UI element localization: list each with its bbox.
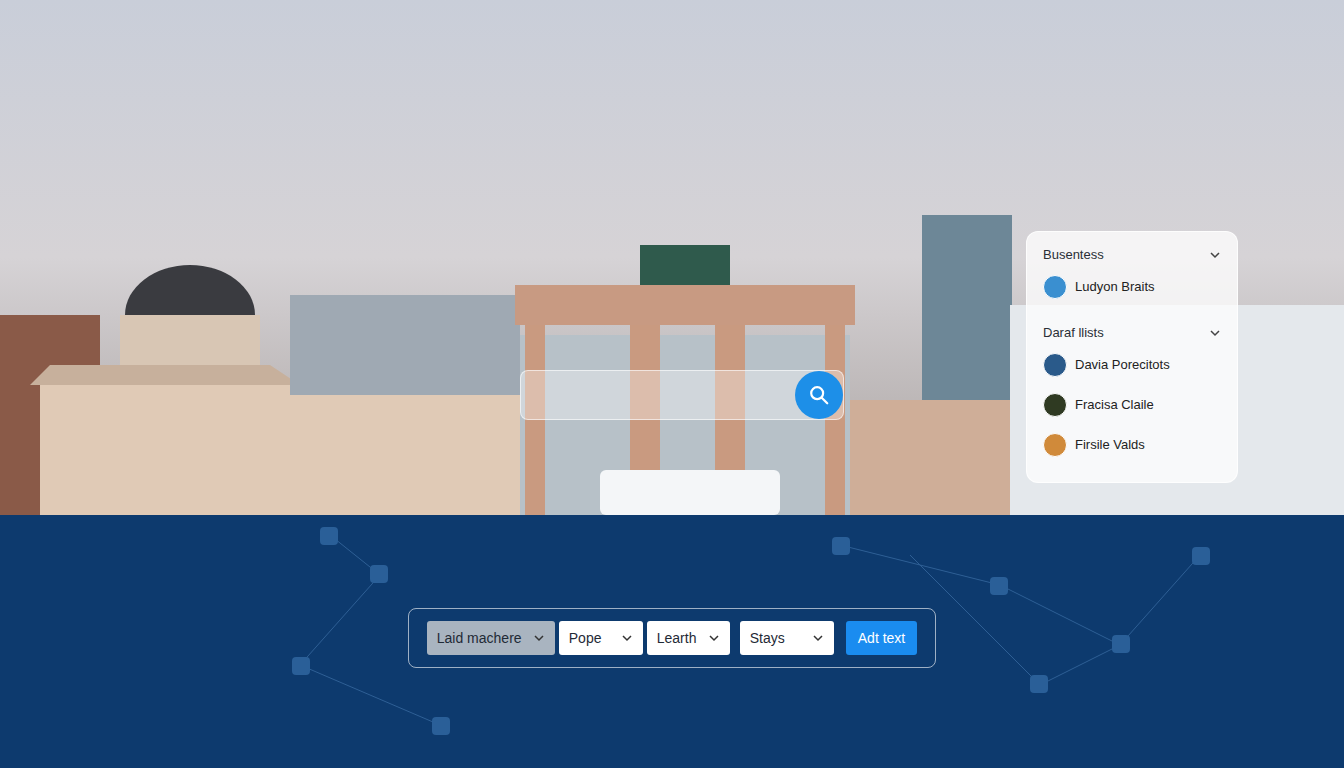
person-item[interactable]: Ludyon Braits bbox=[1043, 268, 1221, 306]
filter-select[interactable]: Pope bbox=[559, 621, 643, 655]
avatar-icon bbox=[1043, 433, 1067, 457]
search-button[interactable] bbox=[795, 371, 843, 419]
section-title: Daraf llists bbox=[1043, 323, 1104, 343]
person-name: Davia Porecitots bbox=[1075, 355, 1170, 375]
person-name: Ludyon Braits bbox=[1075, 277, 1155, 297]
filter-select[interactable]: Stays bbox=[740, 621, 834, 655]
section-header[interactable]: Daraf llists bbox=[1043, 322, 1221, 344]
chevron-down-icon bbox=[812, 632, 824, 644]
city-photo: Busentess Ludyon Braits Daraf llists Davia … bbox=[0, 0, 1344, 515]
avatar-icon bbox=[1043, 353, 1067, 377]
filter-bar: Laid machere Pope Learth Stays Adt text bbox=[408, 608, 936, 668]
chevron-down-icon bbox=[533, 632, 545, 644]
filter-label: Pope bbox=[569, 628, 602, 649]
action-button[interactable]: Adt text bbox=[846, 621, 917, 655]
magnifier-icon bbox=[808, 384, 830, 406]
person-name: Firsile Valds bbox=[1075, 435, 1145, 455]
chevron-down-icon bbox=[1209, 249, 1221, 261]
chevron-down-icon bbox=[708, 632, 720, 644]
chevron-down-icon bbox=[1209, 327, 1221, 339]
person-name: Fracisa Claile bbox=[1075, 395, 1154, 415]
filter-select[interactable]: Laid machere bbox=[427, 621, 555, 655]
avatar-icon bbox=[1043, 275, 1067, 299]
filter-label: Learth bbox=[657, 628, 697, 649]
filter-label: Laid machere bbox=[437, 628, 522, 649]
person-item[interactable]: Fracisa Claile bbox=[1043, 386, 1221, 424]
section-title: Busentess bbox=[1043, 245, 1104, 265]
filter-select[interactable]: Learth bbox=[647, 621, 730, 655]
avatar-icon bbox=[1043, 393, 1067, 417]
search-bar[interactable] bbox=[520, 370, 844, 420]
person-item[interactable]: Davia Porecitots bbox=[1043, 346, 1221, 384]
people-panel: Busentess Ludyon Braits Daraf llists Davia … bbox=[1026, 231, 1238, 483]
chevron-down-icon bbox=[621, 632, 633, 644]
bottom-section: Laid machere Pope Learth Stays Adt text bbox=[0, 515, 1344, 768]
filter-label: Stays bbox=[750, 628, 785, 649]
person-item[interactable]: Firsile Valds bbox=[1043, 426, 1221, 464]
section-header[interactable]: Busentess bbox=[1043, 244, 1221, 266]
